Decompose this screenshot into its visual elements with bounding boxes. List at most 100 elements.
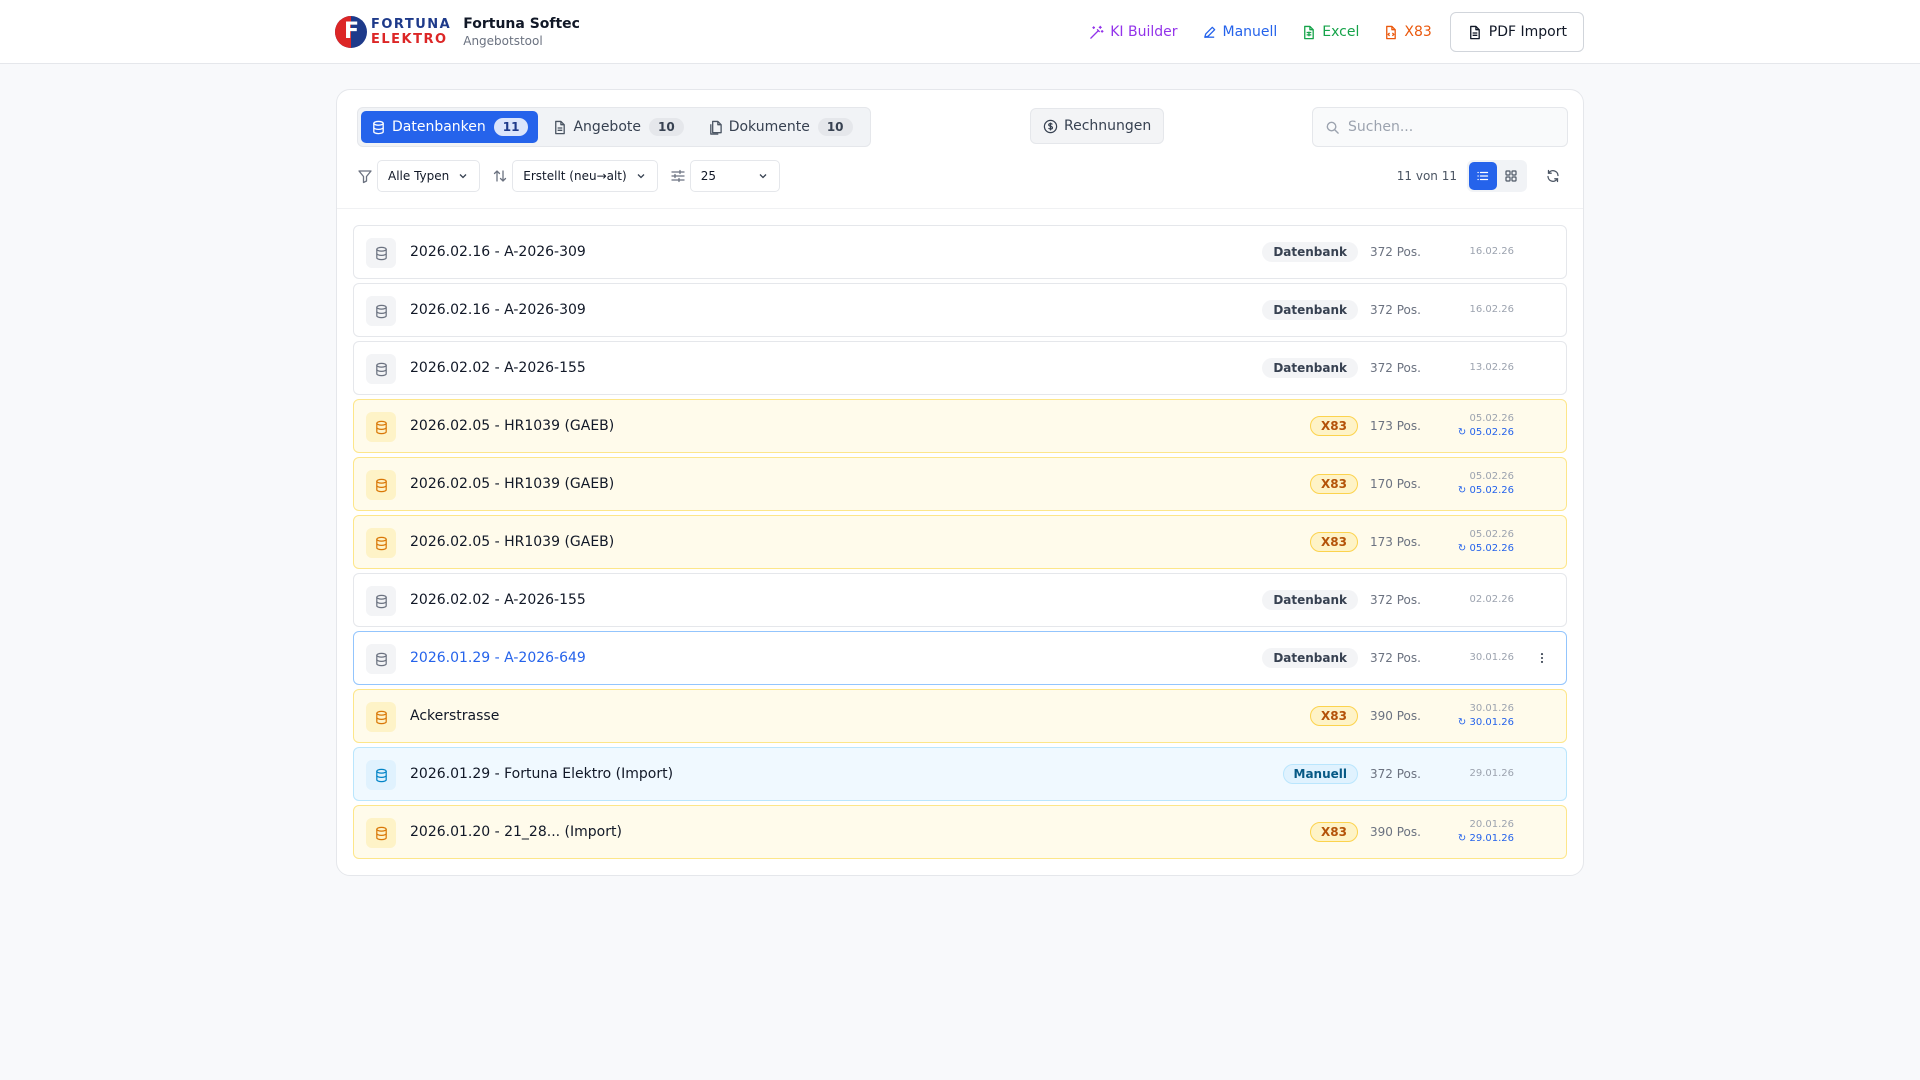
list-item[interactable]: 2026.02.02 - A-2026-155 Datenbank 372 Po… bbox=[353, 341, 1567, 395]
item-dates: 16.02.26 bbox=[1469, 245, 1514, 259]
item-title[interactable]: 2026.02.05 - HR1039 (GAEB) bbox=[410, 476, 614, 492]
type-badge: Datenbank bbox=[1262, 590, 1358, 610]
database-icon bbox=[366, 238, 396, 268]
item-title[interactable]: 2026.02.02 - A-2026-155 bbox=[410, 360, 586, 376]
created-date: 30.01.26 bbox=[1469, 703, 1514, 714]
search-box[interactable] bbox=[1312, 107, 1568, 147]
tab-count-badge: 10 bbox=[649, 118, 684, 136]
database-list: 2026.02.16 - A-2026-309 Datenbank 372 Po… bbox=[353, 225, 1567, 863]
view-tools: 11 von 11 bbox=[1397, 160, 1567, 192]
position-count: 390 Pos. bbox=[1370, 825, 1421, 839]
list-view-button[interactable] bbox=[1469, 162, 1497, 190]
list-item[interactable]: 2026.02.05 - HR1039 (GAEB) X83 170 Pos. … bbox=[353, 457, 1567, 511]
item-title[interactable]: 2026.02.05 - HR1039 (GAEB) bbox=[410, 418, 614, 434]
search-icon bbox=[1326, 121, 1339, 134]
list-item[interactable]: Ackerstrasse X83 390 Pos. 30.01.26 ↻ 30.… bbox=[353, 689, 1567, 743]
refresh-button[interactable] bbox=[1539, 162, 1567, 190]
magic-wand-icon bbox=[1090, 25, 1104, 39]
list-item[interactable]: 2026.02.16 - A-2026-309 Datenbank 372 Po… bbox=[353, 225, 1567, 279]
logo-wordmark: FORTUNA ELEKTRO bbox=[371, 17, 451, 47]
dollar-circle-icon bbox=[1043, 119, 1058, 133]
pdf-import-button[interactable]: PDF Import bbox=[1449, 12, 1584, 52]
files-icon bbox=[709, 120, 722, 135]
app-title: Fortuna Softec bbox=[463, 16, 580, 32]
type-badge: Datenbank bbox=[1262, 358, 1358, 378]
item-dates: 05.02.26 ↻ 05.02.26 bbox=[1458, 528, 1514, 556]
item-dates: 16.02.26 bbox=[1469, 303, 1514, 317]
ki-builder-link[interactable]: KI Builder bbox=[1085, 16, 1181, 48]
item-title[interactable]: 2026.02.16 - A-2026-309 bbox=[410, 244, 586, 260]
tab-dokumente[interactable]: Dokumente 10 bbox=[698, 111, 863, 143]
type-badge: Datenbank bbox=[1262, 300, 1358, 320]
list-item[interactable]: 2026.02.16 - A-2026-309 Datenbank 372 Po… bbox=[353, 283, 1567, 337]
list-item[interactable]: 2026.02.02 - A-2026-155 Datenbank 372 Po… bbox=[353, 573, 1567, 627]
rechnungen-button[interactable]: Rechnungen bbox=[1030, 108, 1165, 144]
item-title[interactable]: 2026.02.02 - A-2026-155 bbox=[410, 592, 586, 608]
header-nav: KI Builder Manuell Excel X83 PDF Import bbox=[1069, 12, 1584, 52]
tab-label: Datenbanken bbox=[392, 119, 486, 135]
position-count: 390 Pos. bbox=[1370, 709, 1421, 723]
page-size-value: 25 bbox=[700, 169, 716, 183]
app-header: F FORTUNA ELEKTRO Fortuna Softec Angebot… bbox=[0, 0, 1920, 64]
item-dates: 05.02.26 ↻ 05.02.26 bbox=[1458, 412, 1514, 440]
grid-view-button[interactable] bbox=[1497, 162, 1525, 190]
list-item[interactable]: 2026.01.29 - Fortuna Elektro (Import) Ma… bbox=[353, 747, 1567, 801]
file-text-icon bbox=[1469, 25, 1480, 39]
sort-arrows-icon bbox=[494, 170, 507, 182]
item-dates: 30.01.26 bbox=[1469, 651, 1514, 665]
database-icon bbox=[366, 644, 396, 674]
updated-date: ↻ 05.02.26 bbox=[1457, 427, 1514, 438]
content-card: Datenbanken 11 Angebote 10 Dokumente 10 … bbox=[336, 89, 1584, 876]
ki-builder-label: KI Builder bbox=[1110, 24, 1178, 40]
database-icon bbox=[366, 702, 396, 732]
item-title[interactable]: 2026.01.20 - 21_28... (Import) bbox=[410, 824, 622, 840]
sort-select[interactable]: Erstellt (neu→alt) bbox=[512, 160, 658, 192]
chevron-down-icon bbox=[759, 174, 767, 179]
position-count: 372 Pos. bbox=[1370, 593, 1421, 607]
type-badge: X83 bbox=[1310, 474, 1358, 494]
search-input[interactable] bbox=[1348, 119, 1548, 135]
item-title[interactable]: 2026.02.05 - HR1039 (GAEB) bbox=[410, 534, 614, 550]
tab-datenbanken[interactable]: Datenbanken 11 bbox=[361, 111, 539, 143]
database-icon bbox=[366, 354, 396, 384]
type-badge: X83 bbox=[1310, 532, 1358, 552]
tab-angebote[interactable]: Angebote 10 bbox=[542, 111, 693, 143]
type-badge: Datenbank bbox=[1262, 648, 1358, 668]
item-title[interactable]: 2026.01.29 - A-2026-649 bbox=[410, 650, 586, 666]
item-title[interactable]: Ackerstrasse bbox=[410, 708, 499, 724]
created-date: 05.02.26 bbox=[1469, 413, 1514, 424]
page-size-select[interactable]: 25 bbox=[689, 160, 780, 192]
position-count: 372 Pos. bbox=[1370, 651, 1421, 665]
sort-value: Erstellt (neu→alt) bbox=[523, 169, 627, 183]
database-icon bbox=[373, 120, 384, 134]
item-dates: 02.02.26 bbox=[1469, 593, 1514, 607]
fortuna-elektro-logo: F bbox=[335, 16, 367, 48]
list-item[interactable]: 2026.02.05 - HR1039 (GAEB) X83 173 Pos. … bbox=[353, 515, 1567, 569]
more-options-icon[interactable] bbox=[1534, 650, 1550, 666]
item-title[interactable]: 2026.01.29 - Fortuna Elektro (Import) bbox=[410, 766, 673, 782]
list-item[interactable]: 2026.01.20 - 21_28... (Import) X83 390 P… bbox=[353, 805, 1567, 859]
created-date: 05.02.26 bbox=[1469, 471, 1514, 482]
created-date: 30.01.26 bbox=[1469, 652, 1514, 663]
created-date: 16.02.26 bbox=[1469, 304, 1514, 315]
type-badge: X83 bbox=[1310, 822, 1358, 842]
excel-link[interactable]: Excel bbox=[1297, 16, 1363, 48]
manuell-label: Manuell bbox=[1222, 24, 1278, 40]
pdf-import-label: PDF Import bbox=[1488, 24, 1567, 40]
type-filter-select[interactable]: Alle Typen bbox=[377, 160, 481, 192]
database-icon bbox=[366, 412, 396, 442]
created-date: 16.02.26 bbox=[1469, 246, 1514, 257]
list-item[interactable]: 2026.01.29 - A-2026-649 Datenbank 372 Po… bbox=[353, 631, 1567, 685]
tab-label: Dokumente bbox=[728, 119, 810, 135]
list-item[interactable]: 2026.02.05 - HR1039 (GAEB) X83 173 Pos. … bbox=[353, 399, 1567, 453]
item-title[interactable]: 2026.02.16 - A-2026-309 bbox=[410, 302, 586, 318]
tab-count-badge: 11 bbox=[493, 118, 529, 136]
created-date: 05.02.26 bbox=[1469, 529, 1514, 540]
view-toggle bbox=[1467, 160, 1527, 192]
x83-link[interactable]: X83 bbox=[1379, 16, 1435, 48]
database-icon bbox=[366, 528, 396, 558]
brand[interactable]: F FORTUNA ELEKTRO Fortuna Softec Angebot… bbox=[335, 14, 580, 50]
database-icon bbox=[366, 760, 396, 790]
manuell-link[interactable]: Manuell bbox=[1198, 16, 1282, 48]
filter-icon bbox=[358, 170, 372, 184]
